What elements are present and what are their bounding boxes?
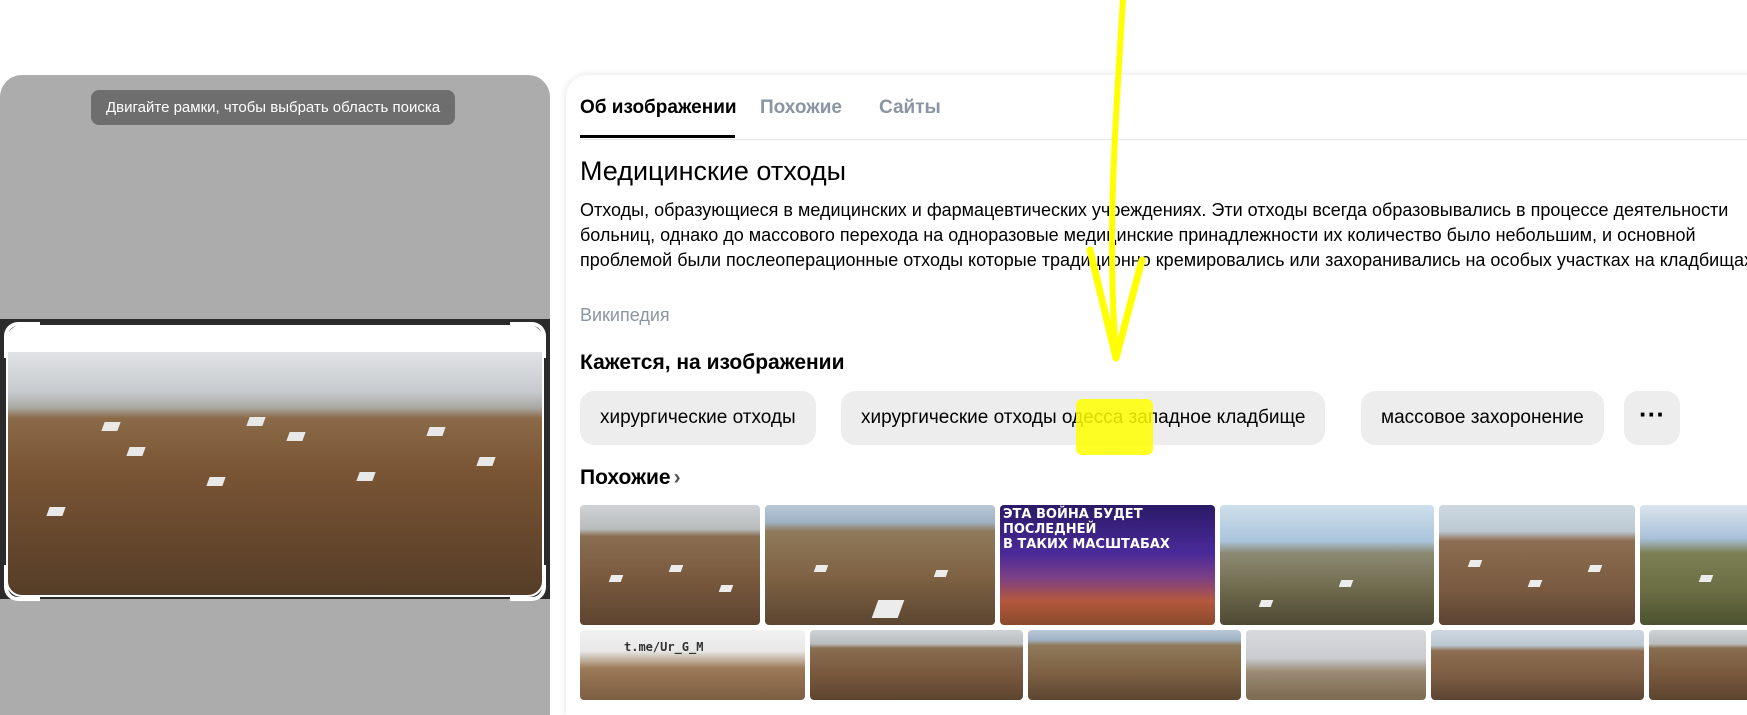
grave-plate: [668, 565, 684, 572]
crop-hint: Двигайте рамки, чтобы выбрать область по…: [91, 90, 456, 125]
similar-section-title: Похожие: [580, 466, 671, 489]
tab-about-image[interactable]: Об изображении: [580, 97, 737, 119]
tag-chip[interactable]: массовое захоронение: [1361, 391, 1604, 445]
crop-handle-bottom-left[interactable]: [4, 565, 40, 601]
more-tags-button[interactable]: ···: [1624, 391, 1680, 445]
grave-plate: [101, 422, 121, 431]
similar-thumbnail[interactable]: [1431, 630, 1644, 700]
grave-plate: [813, 565, 829, 572]
query-image[interactable]: [6, 325, 544, 597]
similar-thumbnail[interactable]: [1220, 505, 1434, 625]
grave-plate: [1467, 560, 1483, 567]
grave-plate: [426, 427, 446, 436]
grave-plate: [1338, 580, 1354, 587]
similar-thumbnail[interactable]: ЭТА ВОЙНА БУДЕТ ПОСЛЕДНЕЙ В ТАКИХ МАСШТА…: [1000, 505, 1215, 625]
grave-plate: [206, 477, 226, 486]
image-info-panel: Об изображении Похожие Сайты Медицинские…: [566, 75, 1747, 715]
similar-thumbnail[interactable]: [1246, 630, 1426, 700]
tag-chip[interactable]: хирургические отходы одесса западное кла…: [841, 391, 1326, 445]
tags-section-title: Кажется, на изображении: [580, 351, 845, 374]
tab-similar[interactable]: Похожие: [760, 97, 842, 119]
crop-handle-top-right[interactable]: [510, 322, 546, 358]
active-tab-indicator: [580, 135, 735, 138]
grave-plate: [1698, 575, 1714, 582]
similar-thumbnail[interactable]: [1439, 505, 1635, 625]
similar-thumbnail[interactable]: t.me/Ur_G_M: [580, 630, 805, 700]
similar-thumbnail[interactable]: [810, 630, 1023, 700]
crop-handle-bottom-right[interactable]: [510, 565, 546, 601]
source-link-wikipedia[interactable]: Википедия: [580, 305, 670, 326]
grave-plate: [46, 507, 66, 516]
thumbnail-watermark: t.me/Ur_G_M: [624, 640, 704, 654]
photo-sky-area: [8, 327, 542, 352]
tab-bar: Об изображении Похожие Сайты: [580, 75, 1747, 140]
grave-plate: [1587, 565, 1603, 572]
entity-description: Отходы, образующиеся в медицинских и фар…: [580, 200, 1747, 270]
similar-thumbnail[interactable]: [1028, 630, 1241, 700]
grave-plate: [1527, 580, 1543, 587]
crop-handle-top-left[interactable]: [4, 322, 40, 358]
tag-chip[interactable]: хирургические отходы: [580, 391, 816, 445]
grave-plate: [126, 447, 146, 456]
grave-plate: [608, 575, 624, 582]
similar-thumbnail[interactable]: [580, 505, 760, 625]
grave-plate: [718, 585, 734, 592]
grave-plate: [356, 472, 376, 481]
grave-plate: [1258, 600, 1274, 607]
similar-thumbnail[interactable]: [1640, 505, 1747, 625]
similar-section-link[interactable]: Похожие ›: [580, 466, 681, 490]
thumbnail-caption: ЭТА ВОЙНА БУДЕТ ПОСЛЕДНЕЙ В ТАКИХ МАСШТА…: [1003, 507, 1170, 552]
grave-plate: [246, 417, 266, 426]
similar-thumbnail[interactable]: [1649, 630, 1747, 700]
entity-title: Медицинские отходы: [580, 156, 846, 186]
grave-plate: [286, 432, 306, 441]
grave-plate: [476, 457, 496, 466]
grave-plate: [933, 570, 949, 577]
chevron-right-icon: ›: [673, 466, 681, 489]
tab-sites[interactable]: Сайты: [879, 97, 941, 119]
more-dots-icon: ···: [1639, 399, 1665, 429]
grave-plate: [871, 600, 905, 618]
similar-thumbnail[interactable]: [765, 505, 995, 625]
